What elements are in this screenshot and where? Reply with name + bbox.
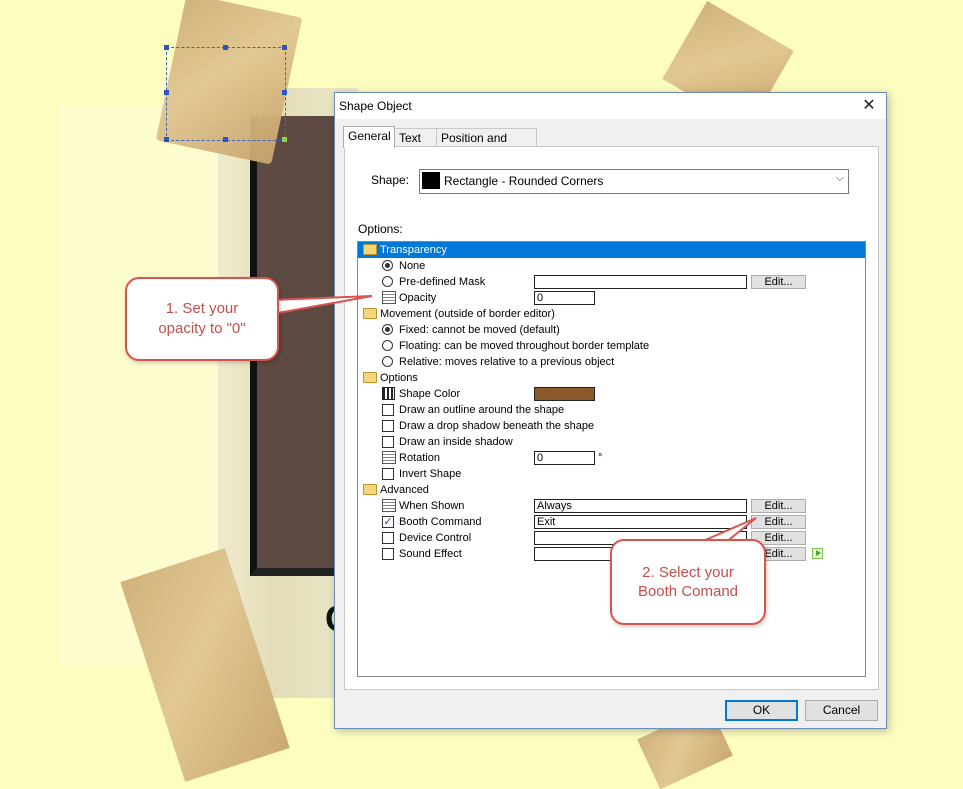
option-relative[interactable]: Relative: moves relative to a previous o… — [358, 354, 865, 370]
radio-predefined-mask[interactable] — [382, 276, 393, 287]
group-label: Movement (outside of border editor) — [380, 308, 555, 320]
option-label: Draw an outline around the shape — [399, 404, 565, 416]
option-when-shown[interactable]: When Shown Always Edit... — [358, 498, 865, 514]
play-icon[interactable] — [812, 548, 823, 559]
checkbox-drop-shadow[interactable] — [382, 420, 394, 432]
opacity-field[interactable]: 0 — [534, 291, 595, 305]
rotation-field[interactable]: 0 — [534, 451, 595, 465]
option-floating[interactable]: Floating: can be moved throughout border… — [358, 338, 865, 354]
option-label: Sound Effect — [399, 548, 462, 560]
option-device-control[interactable]: Device Control Edit... — [358, 530, 865, 546]
property-icon — [382, 451, 396, 464]
close-icon[interactable]: ✕ — [858, 96, 880, 116]
option-inside-shadow[interactable]: Draw an inside shadow — [358, 434, 865, 450]
callout-opacity: 1. Set your opacity to "0" — [125, 277, 279, 361]
resize-handle[interactable] — [223, 137, 228, 142]
callout-opacity-text: 1. Set your opacity to "0" — [158, 300, 246, 337]
checkbox-inside-shadow[interactable] — [382, 436, 394, 448]
title-bar: Shape Object ✕ — [335, 93, 886, 119]
option-fixed[interactable]: Fixed: cannot be moved (default) — [358, 322, 865, 338]
option-none[interactable]: None — [358, 258, 865, 274]
tab-position-size[interactable]: Position and Size — [436, 128, 537, 163]
group-advanced[interactable]: Advanced — [358, 482, 865, 498]
property-icon — [382, 499, 396, 512]
resize-handle[interactable] — [282, 45, 287, 50]
chevron-down-icon: ⌵ — [835, 172, 844, 184]
group-transparency[interactable]: Transparency — [358, 242, 865, 258]
resize-handle[interactable] — [282, 90, 287, 95]
when-shown-edit-button[interactable]: Edit... — [751, 499, 806, 513]
mask-field[interactable] — [534, 275, 747, 289]
checkbox-device-control[interactable] — [382, 532, 394, 544]
group-label: Options — [380, 372, 418, 384]
shape-color-swatch[interactable] — [534, 387, 595, 401]
folder-icon — [363, 244, 377, 255]
resize-handle[interactable] — [164, 90, 169, 95]
group-options[interactable]: Options — [358, 370, 865, 386]
when-shown-field[interactable]: Always — [534, 499, 747, 513]
radio-floating[interactable] — [382, 340, 393, 351]
option-label: When Shown — [399, 500, 465, 512]
folder-icon — [363, 372, 377, 383]
option-invert[interactable]: Invert Shape — [358, 466, 865, 482]
option-shape-color[interactable]: Shape Color — [358, 386, 865, 402]
rotate-handle[interactable] — [282, 137, 287, 142]
option-label: Shape Color — [399, 388, 461, 400]
callout-booth-command-text: 2. Select your Booth Comand — [637, 564, 739, 600]
tab-general[interactable]: General — [343, 126, 395, 148]
shape-label: Shape: — [371, 173, 410, 187]
shape-object-dialog: Shape Object ✕ General Text Position and… — [334, 92, 887, 729]
selection-box[interactable] — [166, 47, 286, 141]
tab-text[interactable]: Text — [394, 128, 438, 147]
option-label: Pre-defined Mask — [399, 276, 486, 288]
resize-handle[interactable] — [164, 45, 169, 50]
ok-button[interactable]: OK — [725, 700, 798, 721]
option-label: Invert Shape — [399, 468, 462, 480]
option-label: Floating: can be moved throughout border… — [399, 340, 650, 352]
radio-none[interactable] — [382, 260, 393, 271]
palette-icon — [382, 387, 395, 400]
checkbox-booth-command[interactable]: ✓ — [382, 516, 394, 528]
group-label: Advanced — [380, 484, 429, 496]
option-label: Draw an inside shadow — [399, 436, 513, 448]
shape-select[interactable]: Rectangle - Rounded Corners ⌵ — [419, 169, 849, 194]
resize-handle[interactable] — [223, 45, 228, 50]
shape-value: Rectangle - Rounded Corners — [444, 174, 604, 188]
checkbox-invert[interactable] — [382, 468, 394, 480]
checkbox-sound-effect[interactable] — [382, 548, 394, 560]
cancel-button[interactable]: Cancel — [805, 700, 878, 721]
option-label: Opacity — [399, 292, 437, 304]
rotation-unit: ° — [598, 452, 603, 464]
dialog-title: Shape Object — [339, 99, 412, 113]
shape-swatch — [422, 172, 440, 189]
option-predefined-mask[interactable]: Pre-defined Mask Edit... — [358, 274, 865, 290]
option-label: Relative: moves relative to a previous o… — [399, 356, 615, 368]
option-label: Fixed: cannot be moved (default) — [399, 324, 560, 336]
checkbox-outline[interactable] — [382, 404, 394, 416]
option-rotation[interactable]: Rotation 0 ° — [358, 450, 865, 466]
option-label: Rotation — [399, 452, 440, 464]
folder-icon — [363, 484, 377, 495]
option-label: None — [399, 260, 426, 272]
option-opacity[interactable]: Opacity 0 — [358, 290, 865, 306]
option-label: Booth Command — [399, 516, 482, 528]
callout-booth-command: 2. Select your Booth Comand — [610, 539, 766, 625]
option-booth-command[interactable]: ✓ Booth Command Exit Edit... — [358, 514, 865, 530]
option-outline[interactable]: Draw an outline around the shape — [358, 402, 865, 418]
group-label: Transparency — [380, 244, 447, 256]
mask-edit-button[interactable]: Edit... — [751, 275, 806, 289]
option-label: Device Control — [399, 532, 472, 544]
option-drop-shadow[interactable]: Draw a drop shadow beneath the shape — [358, 418, 865, 434]
radio-relative[interactable] — [382, 356, 393, 367]
options-label: Options: — [358, 222, 403, 236]
option-label: Draw a drop shadow beneath the shape — [399, 420, 595, 432]
group-movement[interactable]: Movement (outside of border editor) — [358, 306, 865, 322]
resize-handle[interactable] — [164, 137, 169, 142]
